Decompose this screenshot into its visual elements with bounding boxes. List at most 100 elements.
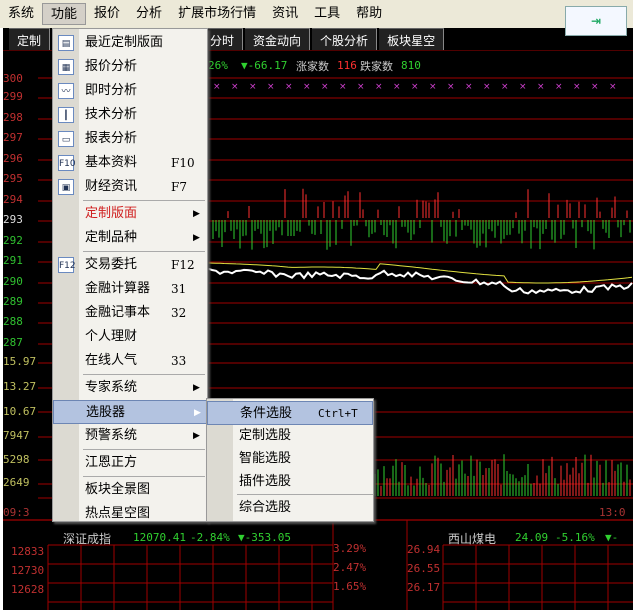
menu-item-label: 基本资料 — [85, 155, 138, 170]
candlestick-icon: ┃ — [58, 107, 74, 123]
menu-item-3[interactable]: ┃ 技术分析 — [53, 103, 207, 127]
menu-item-6[interactable]: ▣ 财经资讯 F7 — [53, 175, 207, 199]
axis-label-left: 298 — [3, 111, 23, 124]
up-count: 116 — [337, 59, 357, 72]
sz-axis-label: 12730 — [11, 564, 45, 577]
menu-item-label: 报价分析 — [85, 59, 138, 74]
axis-label-left: 292 — [3, 234, 23, 247]
menu-item-1[interactable]: ▦ 报价分析 — [53, 55, 207, 79]
menu-item-10[interactable]: 金融计算器 31 — [53, 277, 207, 301]
menu-separator — [83, 476, 205, 477]
menu-item-14[interactable]: 专家系统 ▶ — [53, 376, 207, 400]
menu-item-7[interactable]: 定制版面 ▶ — [53, 202, 207, 226]
axis-label-left: 288 — [3, 315, 23, 328]
menu-item-label: 技术分析 — [85, 107, 138, 122]
marker-x: × — [501, 82, 509, 92]
tab-0[interactable]: 定制 — [9, 28, 51, 50]
index-pct: 26% — [208, 59, 228, 72]
menu-item-label: 在线人气 — [85, 353, 138, 368]
quote-grid-icon: ▦ — [58, 59, 74, 75]
menu-item-0[interactable]: 条件选股 Ctrl+T — [207, 401, 373, 425]
menu-2[interactable]: 报价 — [86, 3, 128, 25]
menu-item-4[interactable]: ▭ 报表分析 — [53, 127, 207, 151]
menu-item-0[interactable]: ▤ 最近定制版面 — [53, 31, 207, 55]
marker-x: × — [249, 82, 257, 92]
menu-item-label: 金融记事本 — [85, 305, 151, 320]
axis-label-left: 15.97 — [3, 355, 37, 368]
menu-item-label: 定制品种 — [85, 230, 138, 245]
axis-label-left: 290 — [3, 275, 23, 288]
menu-3[interactable]: 分析 — [128, 3, 170, 25]
f10-icon: F10 — [58, 155, 76, 171]
axis-label-left: 287 — [3, 336, 23, 349]
sz-pct-label: 3.29% — [333, 542, 367, 555]
submenu-arrow-icon: ▶ — [193, 209, 200, 219]
menu-item-label: 插件选股 — [239, 474, 292, 489]
stock-picker-submenu: 条件选股 Ctrl+T 定制选股 智能选股插件选股综合选股 — [206, 398, 374, 522]
menu-item-shortcut: 33 — [171, 354, 187, 368]
stock-axis-label: 26.94 — [407, 543, 441, 556]
menu-item-1[interactable]: 定制选股 — [207, 424, 373, 448]
menu-4[interactable]: 扩展市场行情 — [170, 3, 264, 25]
menu-7[interactable]: 帮助 — [348, 3, 390, 25]
menu-item-18[interactable]: 板块全景图 — [53, 478, 207, 502]
menu-item-15[interactable]: 选股器 ▶ — [53, 400, 207, 424]
pin-arrow-icon: ⇥ — [590, 14, 602, 28]
menu-item-label: 预警系统 — [85, 428, 138, 443]
menu-item-2[interactable]: 〰即时分析 — [53, 79, 207, 103]
news-icon: ▣ — [58, 179, 74, 195]
menu-item-shortcut: Ctrl+T — [318, 407, 358, 420]
marker-x: × — [429, 82, 437, 92]
menu-item-label: 热点星空图 — [85, 506, 151, 521]
menu-item-8[interactable]: 定制品种 ▶ — [53, 226, 207, 250]
pin-button[interactable]: ⇥ — [565, 6, 627, 36]
f12-icon: F12 — [58, 257, 76, 273]
menu-item-9[interactable]: F12 交易委托 F12 — [53, 253, 207, 277]
menu-item-11[interactable]: 金融记事本 32 — [53, 301, 207, 325]
tab-2[interactable]: 资金动向 — [245, 28, 311, 50]
axis-label-left: 297 — [3, 131, 23, 144]
marker-x: × — [447, 82, 455, 92]
menu-5[interactable]: 资讯 — [264, 3, 306, 25]
menu-item-shortcut: F10 — [171, 156, 195, 170]
sz-pct-label: 1.65% — [333, 580, 367, 593]
sz-axis-label: 12628 — [11, 583, 45, 596]
down-count: 810 — [401, 59, 421, 72]
menu-item-shortcut: 32 — [171, 306, 187, 320]
line-chart-icon: 〰 — [58, 83, 74, 99]
tab-1[interactable]: 分时 — [202, 28, 244, 50]
tab-4[interactable]: 板块星空 — [379, 28, 445, 50]
menu-item-4[interactable]: 综合选股 — [207, 496, 373, 520]
menu-1[interactable]: 功能 — [42, 3, 87, 25]
menu-0[interactable]: 系统 — [0, 3, 42, 25]
submenu-arrow-icon: ▶ — [193, 383, 200, 393]
menu-item-16[interactable]: 预警系统 ▶ — [53, 424, 207, 448]
menu-separator — [237, 494, 373, 495]
recent-layout-icon: ▤ — [58, 35, 74, 51]
menu-item-label: 报表分析 — [85, 131, 138, 146]
menu-item-17[interactable]: 江恩正方 — [53, 451, 207, 475]
menu-item-3[interactable]: 插件选股 — [207, 470, 373, 494]
marker-x: × — [321, 82, 329, 92]
menu-item-label: 最近定制版面 — [85, 35, 164, 50]
menu-item-19[interactable]: 热点星空图 — [53, 502, 207, 526]
menu-item-2[interactable]: 智能选股 — [207, 447, 373, 471]
axis-label-left: 299 — [3, 90, 23, 103]
menu-6[interactable]: 工具 — [306, 3, 348, 25]
axis-label-left: 13.27 — [3, 380, 37, 393]
menu-item-5[interactable]: F10 基本资料 F10 — [53, 151, 207, 175]
menu-item-label: 江恩正方 — [85, 455, 138, 470]
tab-3[interactable]: 个股分析 — [312, 28, 378, 50]
sz-pct-label: 2.47% — [333, 561, 367, 574]
menu-item-12[interactable]: 个人理财 — [53, 325, 207, 349]
menu-separator — [83, 200, 205, 201]
menu-item-label: 板块全景图 — [85, 482, 151, 497]
axis-label-left: 291 — [3, 254, 23, 267]
menu-item-label: 财经资讯 — [85, 179, 138, 194]
menu-item-13[interactable]: 在线人气 33 — [53, 349, 207, 373]
time-label-right: 13:0 — [599, 506, 626, 519]
sz-index-name: 深证成指 — [63, 532, 112, 546]
axis-label-left: 2649 — [3, 476, 30, 489]
sz-axis-label: 12833 — [11, 545, 45, 558]
menu-item-shortcut: F7 — [171, 180, 187, 194]
